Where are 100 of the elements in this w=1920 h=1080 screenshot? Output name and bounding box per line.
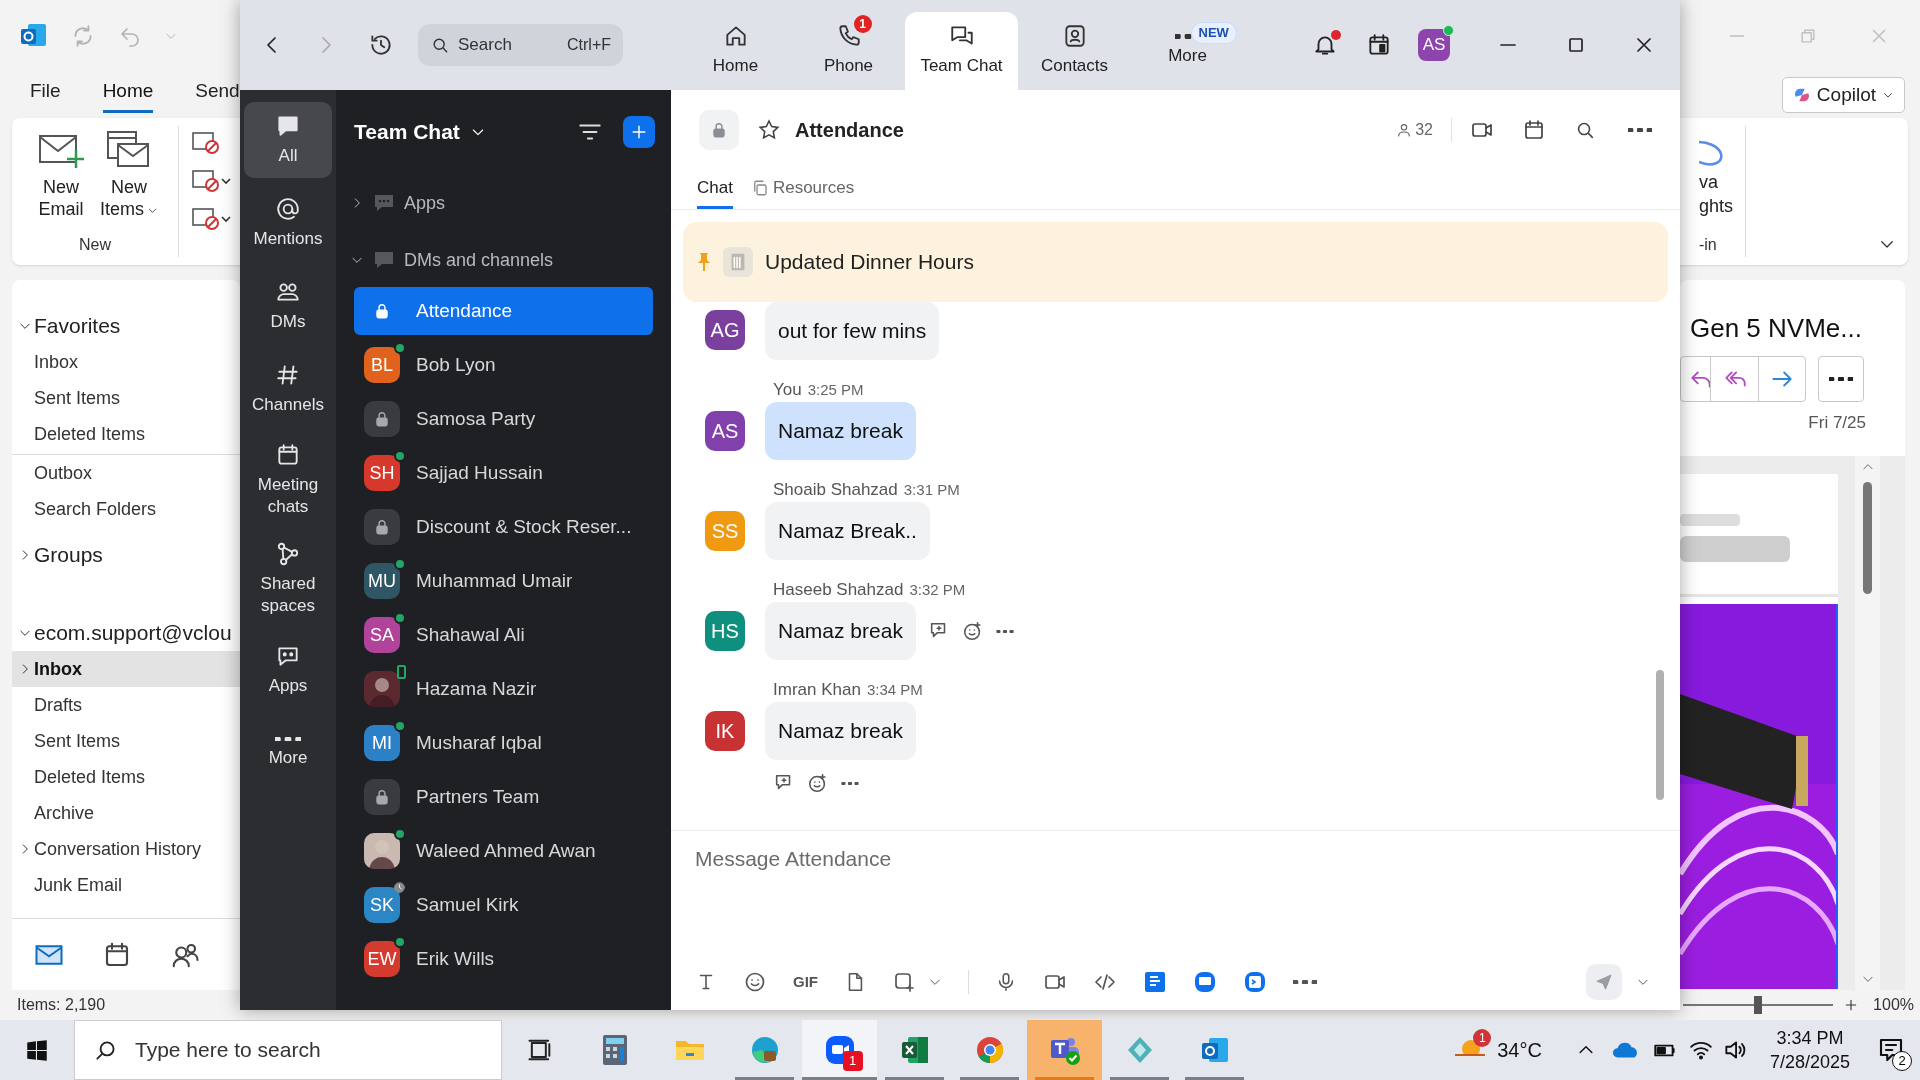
star-icon[interactable]	[757, 118, 781, 142]
pinned-title: Updated Dinner Hours	[765, 249, 974, 276]
nav-tab[interactable]: Home	[679, 12, 792, 90]
search-field[interactable]: Search Ctrl+F	[418, 24, 623, 66]
nav-tab[interactable]: Contacts	[1018, 12, 1131, 90]
chat-list-item[interactable]: Partners Team	[354, 773, 653, 821]
app-icon[interactable]	[1243, 970, 1267, 994]
folder-item[interactable]: Sent Items	[12, 723, 240, 759]
ribbon-button[interactable]: New Email	[32, 130, 90, 220]
junk-icon[interactable]	[191, 206, 231, 232]
chat-list-item[interactable]: SA Shahawal Ali	[354, 611, 653, 659]
folder-item[interactable]: Conversation History	[12, 831, 240, 867]
clock-time[interactable]: 3:34 PM	[1776, 1026, 1844, 1050]
members-button[interactable]: 32	[1396, 118, 1433, 142]
chat-list-item[interactable]: Attendance	[354, 287, 653, 335]
list-title[interactable]: Team Chat	[354, 116, 486, 148]
calendar-icon[interactable]	[1366, 32, 1392, 58]
folder-item[interactable]: Drafts	[12, 687, 240, 723]
browser-icon	[749, 1035, 780, 1065]
menu-tab[interactable]: File	[30, 77, 61, 113]
scrollbar[interactable]	[1863, 481, 1872, 594]
menu-tab[interactable]: Send	[195, 77, 240, 113]
chat-list-item[interactable]: MU Muhammad Umair	[354, 557, 653, 605]
rail-item[interactable]: Meeting chats	[244, 434, 332, 526]
folder-item[interactable]: Junk Email	[12, 867, 240, 903]
search-input[interactable]: Search	[458, 32, 528, 58]
folder-item[interactable]: Search Folders	[12, 491, 240, 527]
chat-list-item[interactable]: BL Bob Lyon	[354, 341, 653, 389]
taskbar-search-field[interactable]: Type here to search	[74, 1020, 502, 1080]
scrollbar[interactable]	[1656, 670, 1664, 800]
folder-section[interactable]: Favorites	[12, 308, 240, 344]
rail-item[interactable]: More	[244, 715, 332, 791]
group-label: New	[79, 235, 111, 255]
channel-lock-icon	[699, 110, 739, 150]
screenshot-icon[interactable]	[892, 970, 916, 994]
app-icon[interactable]	[1143, 970, 1167, 994]
chat-list-item[interactable]: Discount & Stock Reser...	[354, 503, 653, 551]
notification-count: 2	[1892, 1051, 1912, 1071]
rail-item[interactable]: Shared spaces	[244, 533, 332, 625]
send-button[interactable]	[1586, 964, 1622, 1000]
document-icon	[723, 247, 753, 277]
folder-item[interactable]: Deleted Items	[12, 416, 240, 452]
calendar-icon[interactable]	[1522, 118, 1546, 142]
avatar: MU	[364, 563, 400, 599]
nav-tab[interactable]: NEW More	[1131, 12, 1244, 90]
section-header[interactable]: DMs and channels	[336, 233, 671, 287]
folder-item[interactable]: Inbox	[12, 651, 240, 687]
ribbon-button[interactable]: New Items	[100, 130, 158, 220]
nav-tab[interactable]: Team Chat	[905, 12, 1018, 90]
new-chat-button[interactable]	[623, 116, 655, 148]
chat-list-item[interactable]: Waleed Ahmed Awan	[354, 827, 653, 875]
meetings-icon	[275, 442, 301, 468]
lock-icon	[364, 779, 400, 815]
more-icon[interactable]	[1628, 127, 1652, 133]
clean-up-icon[interactable]	[191, 168, 231, 194]
chat-list-item[interactable]: Hazama Nazir	[354, 665, 653, 713]
more-button[interactable]	[1818, 356, 1864, 402]
emoji-icon[interactable]	[743, 970, 767, 994]
folder-section[interactable]: ecom.support@vclou	[12, 615, 240, 651]
message-input[interactable]: Message Attendance	[671, 831, 1680, 954]
taskbar-app[interactable]: 1	[802, 1020, 877, 1080]
copilot-button[interactable]: Copilot	[1781, 77, 1905, 113]
folder-item[interactable]: Outbox	[12, 455, 240, 491]
chat-tab[interactable]: Chat	[697, 169, 733, 209]
chat-list-item[interactable]: MI Musharaf Iqbal	[354, 719, 653, 767]
chat-list-item[interactable]: Samosa Party	[354, 395, 653, 443]
avatar: EW	[364, 941, 400, 977]
taskbar-search-input[interactable]: Type here to search	[135, 1034, 435, 1066]
slider-thumb[interactable]	[1754, 996, 1763, 1014]
app-icon[interactable]	[1193, 970, 1217, 994]
chat-tab[interactable]: Resources	[750, 169, 855, 209]
zoom-slider[interactable]	[1683, 996, 1834, 1014]
menu-tab[interactable]: Home	[102, 77, 154, 113]
cloud-icon[interactable]	[1611, 1040, 1640, 1060]
rail-item[interactable]: Channels	[244, 351, 332, 427]
folder-item[interactable]: Deleted Items	[12, 759, 240, 795]
chat-list-item[interactable]: EW Erik Wills	[354, 935, 653, 983]
avatar: SS	[705, 511, 745, 551]
folder-item[interactable]: Sent Items	[12, 380, 240, 416]
pinned-banner[interactable]: Updated Dinner Hours	[683, 222, 1668, 302]
chat-list-item[interactable]: SK Samuel Kirk	[354, 881, 653, 929]
gif-button[interactable]: GIF	[793, 970, 818, 994]
history-icon[interactable]	[368, 32, 394, 58]
more-icon[interactable]	[1293, 979, 1317, 985]
clock-date[interactable]: 7/28/2025	[1769, 1050, 1850, 1074]
more-icon[interactable]	[841, 781, 859, 785]
section-header[interactable]: Apps	[336, 176, 671, 230]
calculator-icon	[602, 1035, 627, 1065]
chat-list-item[interactable]: SH Sajjad Hussain	[354, 449, 653, 497]
rail-item[interactable]: Mentions	[244, 185, 332, 261]
folder-section[interactable]: Groups	[12, 537, 240, 573]
rail-item[interactable]: DMs	[244, 268, 332, 344]
nav-tab[interactable]: 1 Phone	[792, 12, 905, 90]
shared-icon	[275, 541, 301, 567]
folder-item[interactable]: Archive	[12, 795, 240, 831]
ribbon-button-label[interactable]: va ghts	[1698, 170, 1733, 218]
rail-item[interactable]: All	[244, 102, 332, 178]
more-icon[interactable]	[995, 629, 1014, 633]
rail-item[interactable]: Apps	[244, 632, 332, 708]
folder-item[interactable]: Inbox	[12, 344, 240, 380]
